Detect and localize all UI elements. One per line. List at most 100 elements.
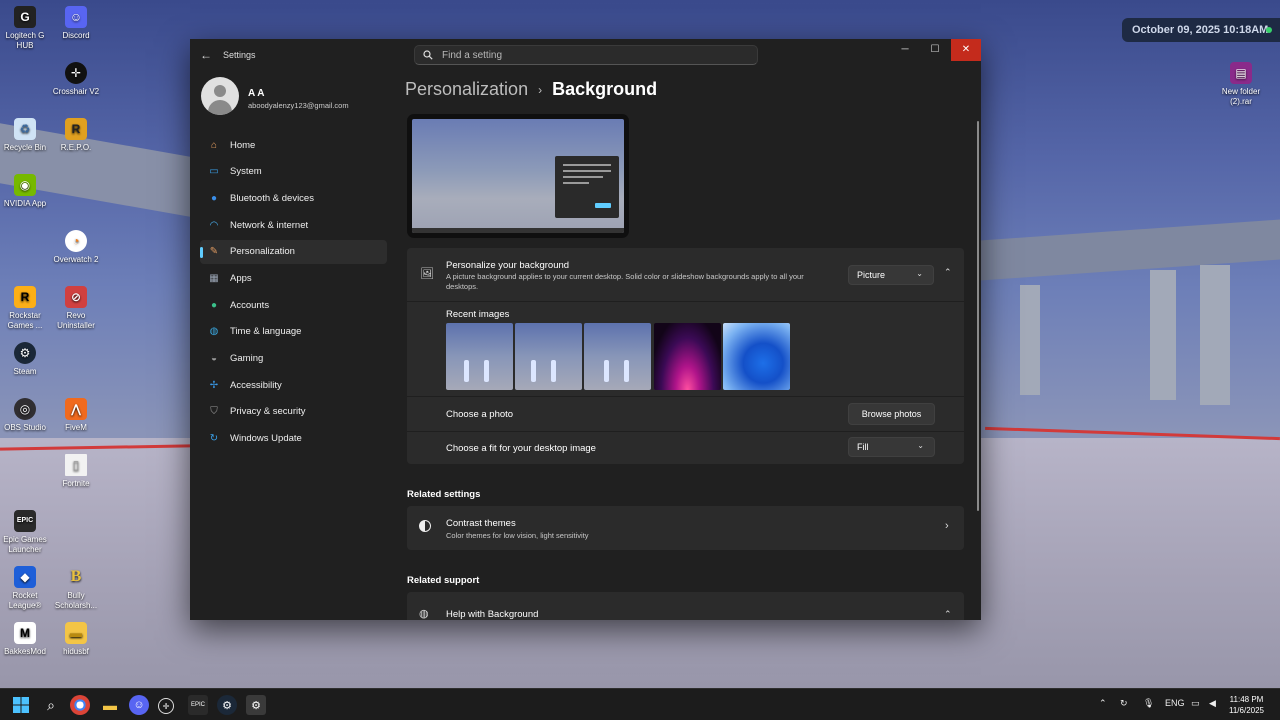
clock[interactable]: 11:48 PM 11/6/2025 xyxy=(1229,694,1264,716)
folder-icon: ▬ xyxy=(103,697,117,713)
fit-label: Choose a fit for your desktop image xyxy=(446,443,596,454)
desktop-icon-logitech[interactable]: G Logitech G HUB xyxy=(0,6,53,51)
desktop-icon-steam[interactable]: ⚙ Steam xyxy=(0,342,53,377)
chevron-up-icon[interactable]: ⌃ xyxy=(944,267,952,278)
recycle-bin-icon: ♻ xyxy=(14,118,36,140)
desktop-icon-obs[interactable]: ◎ OBS Studio xyxy=(0,398,53,433)
browse-photos-button[interactable]: Browse photos xyxy=(848,403,935,425)
desktop-icon-rocket-league[interactable]: ◆ Rocket League® xyxy=(0,566,53,611)
sidebar-item-label: Apps xyxy=(230,272,252,284)
recent-image-1[interactable] xyxy=(446,323,513,390)
title-bar[interactable]: ← Settings ─ ☐ ✕ xyxy=(190,39,981,71)
fit-dropdown[interactable]: Fill ⌄ xyxy=(848,437,935,457)
minimize-icon: ─ xyxy=(901,44,909,55)
search-icon: ⌕ xyxy=(47,696,55,713)
desktop-icon-bakkesmod[interactable]: M BakkesMod xyxy=(0,622,53,657)
desktop-icon-epic[interactable]: EPIC Epic Games Launcher xyxy=(0,510,53,555)
wifi-icon: ◠ xyxy=(209,219,219,231)
settings-taskbar-button[interactable]: ⚙ xyxy=(246,695,266,715)
desktop-icon-recycle-bin[interactable]: ♻ Recycle Bin xyxy=(0,118,53,153)
personalize-background-title: Personalize your background xyxy=(446,260,570,271)
contrast-icon xyxy=(419,520,431,532)
microphone-icon[interactable]: 🎙 xyxy=(1143,698,1154,709)
date-widget-text: October 09, 2025 10:18AM xyxy=(1132,24,1269,36)
sidebar-item-windows-update[interactable]: ↻ Windows Update xyxy=(200,427,387,451)
desktop-icon-repo[interactable]: R R.E.P.O. xyxy=(48,118,104,153)
desktop-icon-fortnite[interactable]: ▯ Fortnite xyxy=(48,454,104,489)
contrast-themes-row[interactable]: Contrast themes Color themes for low vis… xyxy=(407,506,964,550)
minimize-button[interactable]: ─ xyxy=(890,39,920,61)
steam-taskbar-button[interactable]: ⚙ xyxy=(217,695,237,715)
epic-taskbar-button[interactable]: EPIC xyxy=(188,695,208,715)
sync-icon[interactable]: ↻ xyxy=(1120,698,1128,709)
search-input[interactable] xyxy=(440,48,744,62)
recent-image-5[interactable] xyxy=(723,323,790,390)
sidebar-item-time-language[interactable]: ◍ Time & language xyxy=(200,320,387,344)
recent-image-4[interactable] xyxy=(654,323,721,390)
background-type-dropdown[interactable]: Picture ⌄ xyxy=(848,265,934,285)
chrome-taskbar-button[interactable] xyxy=(70,695,90,715)
page-title: Background xyxy=(552,79,658,99)
sidebar-item-personalization[interactable]: ✎ Personalization xyxy=(200,239,387,264)
chevron-up-icon[interactable]: ⌃ xyxy=(1099,698,1107,709)
discord-taskbar-button[interactable]: ☺ xyxy=(129,695,149,715)
fortnite-file-icon: ▯ xyxy=(65,454,87,476)
language-indicator[interactable]: ENG xyxy=(1165,698,1185,708)
chevron-up-icon[interactable]: ⌃ xyxy=(944,609,952,620)
avatar[interactable] xyxy=(201,77,239,115)
crosshair-icon: ✛ xyxy=(65,62,87,84)
recent-image-2[interactable] xyxy=(515,323,582,390)
start-button[interactable] xyxy=(11,695,31,715)
sidebar-item-network[interactable]: ◠ Network & internet xyxy=(200,213,387,237)
desktop-icon-rockstar[interactable]: R Rockstar Games ... xyxy=(0,286,53,331)
sidebar-item-label: Windows Update xyxy=(230,433,302,445)
personalize-background-row[interactable]: 🖼 Personalize your background A picture … xyxy=(407,248,964,302)
desktop-icon-hidusbf[interactable]: ▬ hidusbf xyxy=(48,622,104,657)
search-box[interactable] xyxy=(414,45,758,65)
sidebar-item-privacy[interactable]: ⛉ Privacy & security xyxy=(200,400,387,424)
background-settings-card: 🖼 Personalize your background A picture … xyxy=(407,248,964,464)
close-button[interactable]: ✕ xyxy=(951,39,981,61)
desktop-icon-overwatch[interactable]: ◔ Overwatch 2 xyxy=(48,230,104,265)
desktop-icon-bully[interactable]: B Bully Scholarsh... xyxy=(48,566,104,611)
obs-icon: ◎ xyxy=(14,398,36,420)
sidebar-item-system[interactable]: ▭ System xyxy=(200,160,387,184)
date-widget[interactable]: October 09, 2025 10:18AM xyxy=(1122,18,1280,42)
sidebar-item-home[interactable]: ⌂ Home xyxy=(200,133,387,157)
desktop-icon-new-folder-rar[interactable]: ▤ New folder (2).rar xyxy=(1213,62,1269,107)
choose-photo-row: Choose a photo Browse photos xyxy=(407,396,964,432)
sidebar-item-label: Privacy & security xyxy=(230,406,306,418)
crosshair-taskbar-button[interactable]: ✛ xyxy=(158,698,174,714)
sidebar-item-label: Home xyxy=(230,139,256,151)
volume-icon[interactable]: ◀ xyxy=(1209,698,1216,709)
back-button[interactable]: ← xyxy=(198,47,214,63)
help-background-row[interactable]: ◍ Help with Background ⌃ xyxy=(407,592,964,620)
sidebar-item-gaming[interactable]: ◒ Gaming xyxy=(200,347,387,371)
sidebar-item-accounts[interactable]: ● Accounts xyxy=(200,293,387,317)
recent-image-3[interactable] xyxy=(584,323,651,390)
scrollbar[interactable] xyxy=(977,121,979,511)
breadcrumb-parent[interactable]: Personalization xyxy=(405,79,528,100)
taskbar: ⌕ ▬ ☺ ✛ EPIC ⚙ ⚙ ⌃ ↻ 🎙 ENG ▭ ◀ 11:48 PM … xyxy=(0,688,1280,720)
sidebar-item-bluetooth[interactable]: ● Bluetooth & devices xyxy=(200,186,387,210)
desktop-icon-discord[interactable]: ☺ Discord xyxy=(48,6,104,41)
sidebar-item-label: Bluetooth & devices xyxy=(230,192,314,204)
discord-icon: ☺ xyxy=(65,6,87,28)
network-icon[interactable]: ▭ xyxy=(1191,698,1200,709)
logitech-icon: G xyxy=(14,6,36,28)
bully-icon: B xyxy=(70,568,82,585)
sidebar-item-accessibility[interactable]: ✢ Accessibility xyxy=(200,373,387,397)
file-explorer-button[interactable]: ▬ xyxy=(100,695,120,715)
desktop-icon-nvidia[interactable]: ◉ NVIDIA App xyxy=(0,174,53,209)
bluetooth-icon: ● xyxy=(210,192,218,204)
search-button[interactable]: ⌕ xyxy=(41,695,61,715)
desktop-icon-fivem[interactable]: ⋀ FiveM xyxy=(48,398,104,433)
preview-window xyxy=(555,156,619,218)
sidebar-item-label: Accessibility xyxy=(230,379,282,391)
maximize-button[interactable]: ☐ xyxy=(920,39,950,61)
revo-icon: ⊘ xyxy=(65,286,87,308)
sidebar-item-apps[interactable]: ▦ Apps xyxy=(200,266,387,290)
desktop-icon-crosshair[interactable]: ✛ Crosshair V2 xyxy=(48,62,104,97)
chevron-down-icon: ⌄ xyxy=(916,269,923,278)
desktop-icon-revo[interactable]: ⊘ Revo Uninstaller xyxy=(48,286,104,331)
